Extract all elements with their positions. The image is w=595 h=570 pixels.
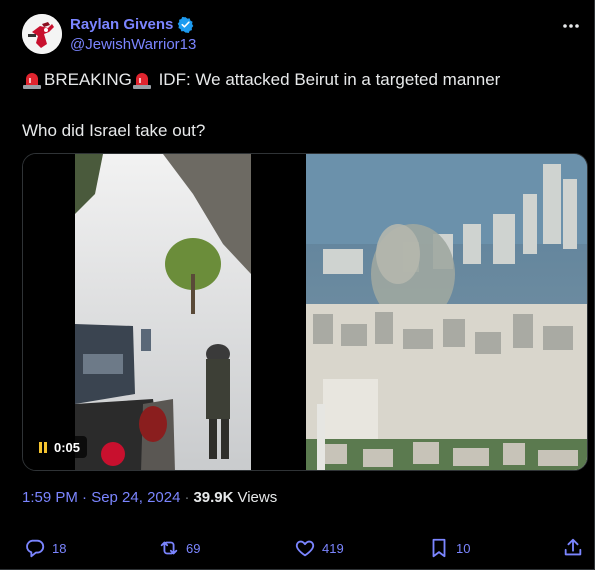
views-count[interactable]: 39.9K — [193, 489, 233, 506]
police-siren-icon — [132, 73, 151, 89]
video-frame — [23, 154, 587, 470]
bookmark-button[interactable]: 10 — [428, 537, 470, 559]
like-button[interactable]: 419 — [294, 537, 344, 559]
author-display-name[interactable]: Raylan Givens — [70, 16, 173, 33]
views-label: Views — [237, 489, 278, 506]
verified-badge-icon[interactable] — [177, 16, 194, 33]
post-text-headline: IDF: We attacked Beirut in a targeted ma… — [153, 70, 501, 89]
post-timestamp[interactable]: 1:59 PM · Sep 24, 2024 — [22, 489, 180, 506]
repost-count: 69 — [186, 540, 201, 556]
video-player[interactable]: 0:05 — [22, 153, 588, 471]
more-dots-icon — [563, 24, 579, 28]
action-bar: 18 69 419 10 — [22, 537, 588, 561]
breaking-label: BREAKING — [44, 70, 132, 89]
avatar[interactable] — [22, 14, 62, 54]
video-time: 0:05 — [54, 439, 81, 455]
reply-button[interactable]: 18 — [24, 537, 66, 559]
bookmark-count: 10 — [456, 540, 471, 556]
repost-button[interactable]: 69 — [158, 537, 200, 559]
post-meta: 1:59 PM · Sep 24, 2024 · 39.9K Views — [22, 489, 277, 506]
like-count: 419 — [322, 540, 344, 556]
author-handle[interactable]: @JewishWarrior13 — [70, 36, 196, 53]
name-row: Raylan Givens — [70, 16, 194, 33]
police-siren-icon — [23, 73, 41, 89]
pause-icon — [39, 441, 47, 453]
gunslinger-avatar-icon — [22, 14, 62, 54]
bookmark-icon — [432, 538, 446, 558]
post-header: Raylan Givens @JewishWarrior13 — [22, 14, 583, 56]
post-text-line-1: BREAKING IDF: We attacked Beirut in a ta… — [22, 70, 500, 90]
post-text-line-2: Who did Israel take out? — [22, 121, 206, 140]
repost-icon — [160, 541, 178, 555]
share-button[interactable] — [562, 537, 584, 559]
video-timestamp-badge[interactable]: 0:05 — [31, 436, 88, 458]
reply-count: 18 — [52, 540, 67, 556]
more-options-button[interactable] — [559, 16, 583, 36]
heart-icon — [295, 540, 315, 557]
share-icon — [564, 538, 582, 556]
reply-icon — [26, 539, 45, 558]
meta-separator: · — [184, 489, 190, 506]
